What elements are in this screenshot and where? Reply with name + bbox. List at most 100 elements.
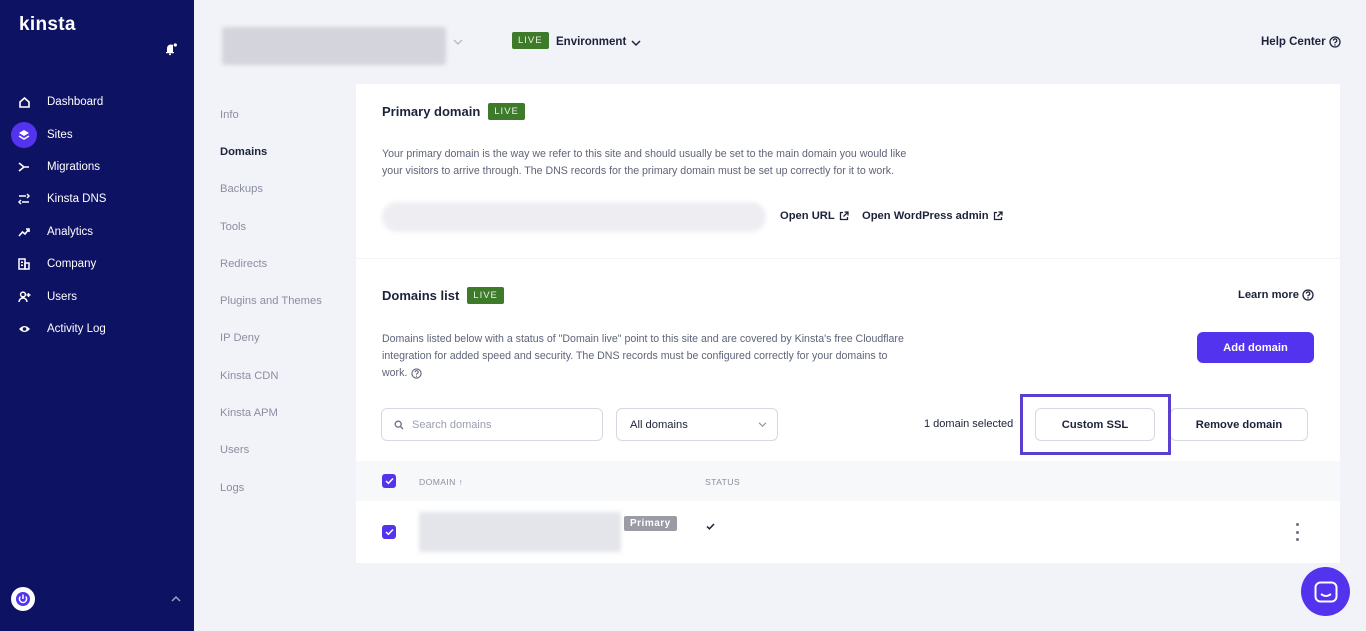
- domains-list-description: Domains listed below with a status of "D…: [382, 331, 904, 382]
- link-label: Open URL: [780, 210, 835, 222]
- domain-filter-select[interactable]: All domains: [616, 408, 778, 441]
- environment-live-badge: LIVE: [512, 32, 549, 49]
- column-header-status: STATUS: [705, 477, 741, 487]
- primary-badge: Primary: [624, 516, 677, 531]
- subnav-item-domains[interactable]: Domains: [220, 133, 350, 170]
- select-all-checkbox[interactable]: [382, 474, 396, 488]
- subnav-item-logs[interactable]: Logs: [220, 469, 350, 506]
- sidebar-item-label: Company: [47, 258, 97, 271]
- sidebar: kinsta Dashboard Sites Migrations Kinsta…: [0, 0, 194, 631]
- subnav-item-backups[interactable]: Backups: [220, 171, 350, 208]
- external-link-icon: [993, 211, 1003, 221]
- power-icon[interactable]: [11, 587, 35, 611]
- kinsta-logo[interactable]: kinsta: [19, 14, 76, 36]
- sidebar-item-dashboard[interactable]: Dashboard: [0, 86, 194, 118]
- check-icon: [384, 477, 394, 485]
- analytics-icon: [16, 224, 32, 240]
- sidebar-item-sites[interactable]: Sites: [0, 118, 194, 150]
- description-line: Domains listed below with a status of "D…: [382, 333, 904, 345]
- learn-more-link[interactable]: Learn more: [1238, 289, 1314, 301]
- sidebar-item-label: Sites: [47, 128, 73, 141]
- description-line: work.: [382, 365, 904, 382]
- status-check-icon: [706, 523, 715, 530]
- add-domain-button[interactable]: Add domain: [1197, 332, 1314, 363]
- sidebar-item-activity-log[interactable]: Activity Log: [0, 313, 194, 345]
- chevron-down-icon: [758, 422, 767, 428]
- open-url-link[interactable]: Open URL: [780, 210, 849, 222]
- row-checkbox[interactable]: [382, 525, 396, 539]
- bell-icon[interactable]: [164, 42, 178, 56]
- help-icon[interactable]: [411, 368, 422, 379]
- add-user-icon: [16, 289, 32, 305]
- open-wordpress-admin-link[interactable]: Open WordPress admin: [862, 210, 1003, 222]
- search-icon: [394, 420, 404, 429]
- site-subnav: Info Domains Backups Tools Redirects Plu…: [220, 96, 350, 506]
- sidebar-item-kinsta-dns[interactable]: Kinsta DNS: [0, 183, 194, 215]
- search-input[interactable]: [412, 418, 592, 431]
- migration-icon: [16, 159, 32, 175]
- subnav-item-kinsta-cdn[interactable]: Kinsta CDN: [220, 357, 350, 394]
- dns-icon: [16, 191, 32, 207]
- chat-widget-button[interactable]: [1301, 567, 1350, 616]
- help-center-label: Help Center: [1261, 36, 1326, 48]
- sidebar-item-migrations[interactable]: Migrations: [0, 151, 194, 183]
- chat-icon: [1314, 581, 1337, 602]
- sidebar-item-label: Users: [47, 290, 78, 303]
- chevron-up-icon[interactable]: [170, 594, 182, 604]
- domains-list-heading: Domains list LIVE: [382, 287, 504, 304]
- site-selector[interactable]: [222, 27, 446, 65]
- eye-icon: [16, 321, 32, 337]
- description-line: Your primary domain is the way we refer …: [382, 148, 907, 160]
- description-line: your visitors to arrive through. The DNS…: [382, 165, 895, 177]
- link-label: Open WordPress admin: [862, 210, 989, 222]
- sidebar-item-label: Migrations: [47, 160, 101, 173]
- search-domains-field[interactable]: [381, 408, 603, 441]
- remove-domain-button[interactable]: Remove domain: [1170, 408, 1308, 441]
- subnav-item-ip-deny[interactable]: IP Deny: [220, 320, 350, 357]
- live-badge: LIVE: [467, 287, 504, 304]
- help-icon: [1328, 36, 1341, 48]
- subnav-item-redirects[interactable]: Redirects: [220, 245, 350, 282]
- description-line: integration for added speed and security…: [382, 350, 888, 362]
- learn-more-label: Learn more: [1238, 289, 1299, 301]
- environment-selector[interactable]: Environment: [556, 36, 626, 48]
- primary-domain-card: Primary domain LIVE Your primary domain …: [356, 84, 1340, 258]
- section-title: Primary domain: [382, 104, 481, 119]
- subnav-item-users[interactable]: Users: [220, 432, 350, 469]
- help-center-link[interactable]: Help Center: [1261, 36, 1341, 48]
- subnav-item-info[interactable]: Info: [220, 96, 350, 133]
- column-header-domain[interactable]: DOMAIN ↑: [419, 477, 463, 487]
- sidebar-item-analytics[interactable]: Analytics: [0, 216, 194, 248]
- sidebar-item-label: Analytics: [47, 225, 94, 238]
- table-row: Primary: [356, 501, 1340, 563]
- selected-count-text: 1 domain selected: [924, 418, 1014, 430]
- subnav-item-tools[interactable]: Tools: [220, 208, 350, 245]
- domains-list-card: Domains list LIVE Learn more Domains lis…: [356, 259, 1340, 563]
- sidebar-item-label: Dashboard: [47, 96, 104, 109]
- company-icon: [16, 256, 32, 272]
- check-icon: [384, 528, 394, 536]
- primary-domain-description: Your primary domain is the way we refer …: [382, 146, 906, 180]
- sidebar-nav: Dashboard Sites Migrations Kinsta DNS An…: [0, 86, 194, 345]
- description-text: work.: [382, 367, 408, 379]
- live-badge: LIVE: [488, 103, 525, 120]
- section-title: Domains list: [382, 288, 460, 303]
- subnav-item-kinsta-apm[interactable]: Kinsta APM: [220, 394, 350, 431]
- select-value: All domains: [630, 418, 688, 431]
- table-header: DOMAIN ↑ STATUS: [356, 461, 1340, 501]
- primary-domain-value: [382, 202, 766, 232]
- help-icon: [1302, 289, 1314, 301]
- sidebar-item-label: Kinsta DNS: [47, 193, 107, 206]
- sidebar-item-label: Activity Log: [47, 322, 106, 335]
- subnav-item-plugins-themes[interactable]: Plugins and Themes: [220, 282, 350, 319]
- highlight-annotation: [1020, 394, 1171, 455]
- more-options-icon[interactable]: [1292, 523, 1302, 541]
- sidebar-item-company[interactable]: Company: [0, 248, 194, 280]
- sidebar-item-users[interactable]: Users: [0, 280, 194, 312]
- external-link-icon: [839, 211, 849, 221]
- chevron-down-icon[interactable]: [631, 39, 641, 47]
- chevron-down-icon[interactable]: [453, 38, 463, 46]
- home-icon: [16, 94, 32, 110]
- primary-domain-heading: Primary domain LIVE: [382, 103, 525, 120]
- domain-name-value: [419, 512, 621, 552]
